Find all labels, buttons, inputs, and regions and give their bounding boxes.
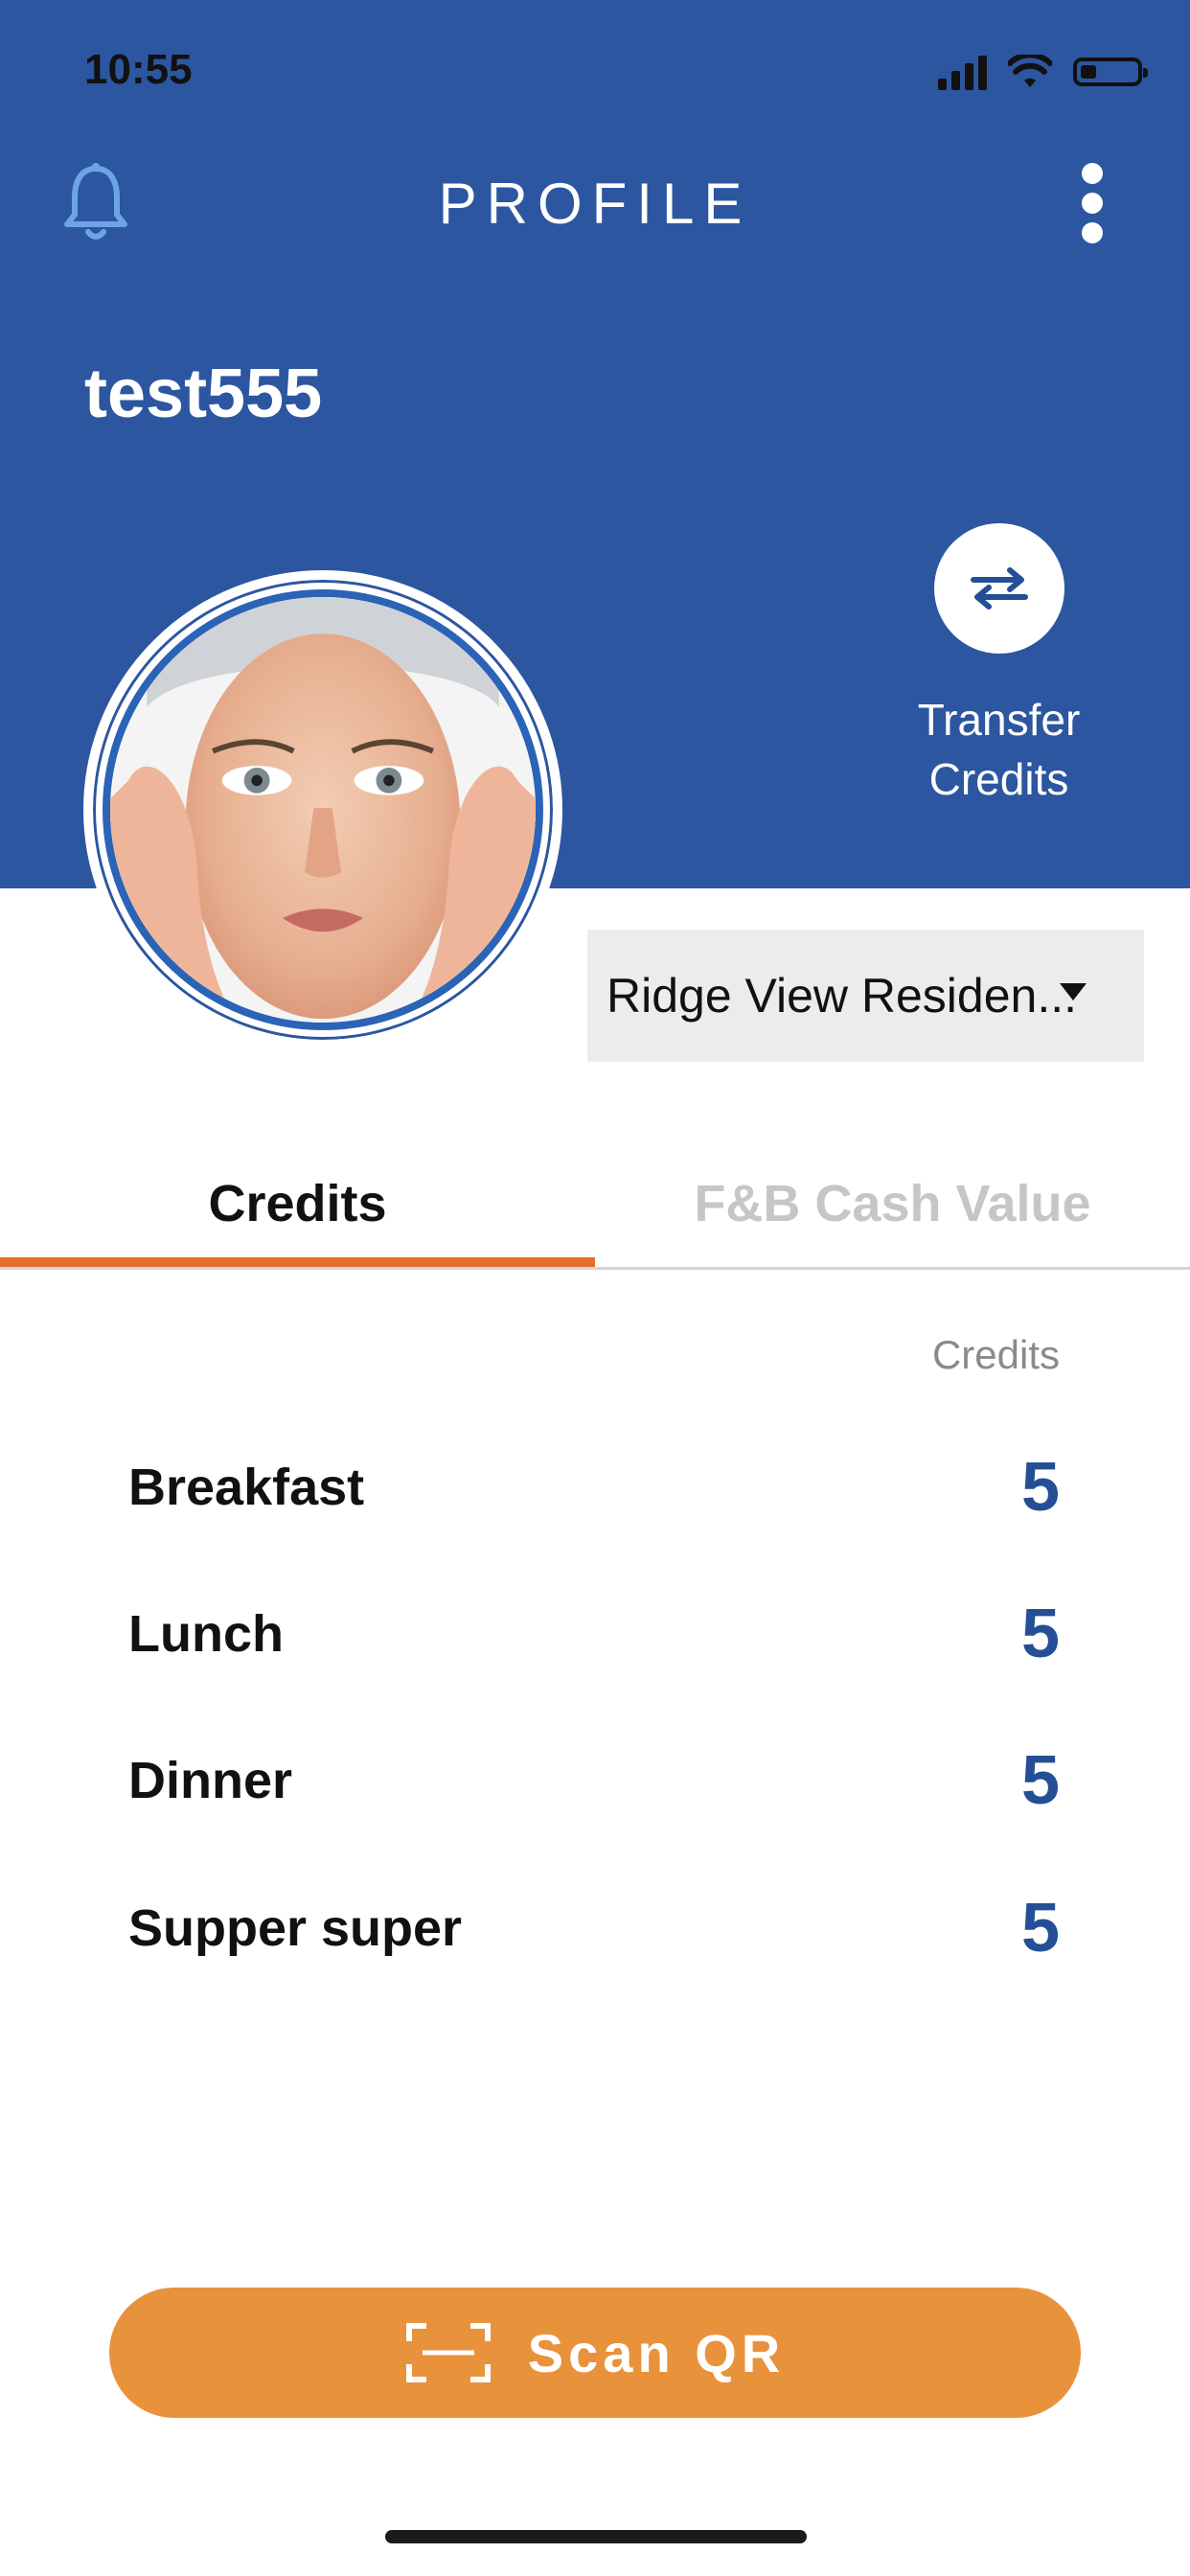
meal-label: Supper super (128, 1899, 463, 1957)
meal-credit-value: 5 (1020, 1596, 1060, 1672)
scan-qr-label: Scan QR (527, 2322, 786, 2383)
page-title: PROFILE (438, 172, 752, 236)
meal-credit-value: 5 (1020, 1890, 1060, 1966)
more-vertical-icon[interactable] (1073, 163, 1111, 249)
list-item: Supper super 5 (128, 1890, 1060, 1966)
tab-bar: Credits F&B Cash Value (0, 1140, 1190, 1270)
list-item: Lunch 5 (128, 1596, 1060, 1672)
list-item: Breakfast 5 (128, 1449, 1060, 1526)
tab-credits[interactable]: Credits (0, 1140, 595, 1267)
status-time: 10:55 (84, 46, 193, 93)
meal-credit-value: 5 (1020, 1742, 1060, 1819)
property-select-value: Ridge View Residen... (606, 969, 1078, 1023)
caret-down-icon (1060, 983, 1087, 1000)
status-icons (938, 48, 1148, 96)
scan-qr-button[interactable]: Scan QR (109, 2288, 1081, 2418)
credits-column-header: Credits (931, 1332, 1060, 1377)
signal-icon (938, 54, 987, 90)
meal-label: Dinner (128, 1752, 293, 1809)
qr-scan-icon (405, 2323, 491, 2382)
avatar-photo (103, 589, 543, 1030)
meal-credit-value: 5 (1020, 1449, 1060, 1526)
wifi-icon (1008, 55, 1052, 87)
transfer-arrows-icon (971, 567, 1028, 610)
avatar[interactable] (83, 570, 562, 1049)
home-indicator (385, 2530, 807, 2543)
transfer-label-line2: Credits (928, 754, 1069, 804)
meal-label: Lunch (128, 1605, 284, 1663)
meal-label: Breakfast (128, 1459, 365, 1516)
username: test555 (84, 356, 323, 432)
transfer-credits-label[interactable]: Transfer Credits (862, 690, 1135, 809)
active-tab-indicator (0, 1257, 595, 1267)
transfer-credits-button[interactable] (934, 523, 1064, 654)
battery-icon (1073, 58, 1148, 86)
transfer-label-line1: Transfer (917, 695, 1081, 745)
property-select[interactable]: Ridge View Residen... (587, 930, 1144, 1062)
list-item: Dinner 5 (128, 1742, 1060, 1819)
tab-fb-cash-value[interactable]: F&B Cash Value (595, 1140, 1190, 1267)
